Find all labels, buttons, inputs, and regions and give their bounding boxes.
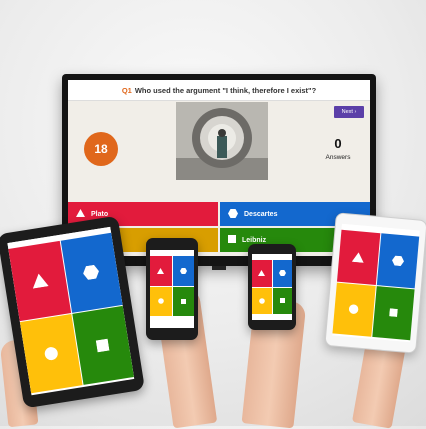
triangle-icon [76,209,85,219]
triangle-icon [352,252,364,263]
timer-badge: 18 [84,132,118,166]
answers-count: 0 [334,136,342,151]
answers-label: Answers [325,154,351,161]
tablet-right [324,212,426,354]
phone-right-screen [252,254,292,320]
square-icon [279,298,285,304]
answer-label: Descartes [244,210,278,218]
answer-grid [150,256,194,316]
hexagon-icon [179,267,187,274]
phone-right [248,244,296,330]
answer-tile-blue[interactable] [272,260,292,287]
answer-tile-green[interactable] [272,287,292,314]
answer-tile-yellow[interactable] [332,282,376,337]
tablet-right-screen [332,223,420,343]
triangle-icon [258,270,266,277]
circle-icon [258,297,265,304]
hexagon-icon [391,255,404,266]
hexagon-icon [278,270,286,277]
hexagon-icon [83,265,100,281]
triangle-icon [157,267,165,274]
answer-tile-blue[interactable] [172,256,194,286]
triangle-icon [32,273,49,289]
tv-logo-strip [212,266,226,270]
question-bar: Q1 Who used the argument "I think, there… [68,80,370,101]
phone-center-screen [150,250,194,328]
answer-tile-yellow[interactable] [150,286,172,316]
answer-tile-green[interactable] [71,305,134,386]
question-text: Who used the argument "I think, therefor… [134,85,317,95]
square-icon [228,235,236,245]
question-number: Q1 [121,85,132,95]
next-button[interactable]: Next › [334,106,364,118]
answer-tile-red[interactable] [252,260,272,287]
phone-center [146,238,198,340]
circle-icon [44,346,58,360]
hexagon-icon [228,208,238,220]
answer-grid [252,260,292,314]
square-icon [388,308,398,318]
answer-tile-yellow[interactable] [252,287,272,314]
answer-tile-red[interactable] [150,256,172,286]
tablet-left-screen [7,226,135,396]
circle-icon [349,304,359,315]
square-icon [95,338,110,353]
question-image [176,102,268,180]
answer-grid [8,232,134,394]
circle-icon [157,298,164,305]
answer-tile-green[interactable] [371,285,415,341]
answer-tile-green[interactable] [172,286,194,316]
answer-grid [332,229,420,341]
answer-label: Leibniz [242,236,267,244]
answer-tile-blue[interactable] [60,232,123,313]
answer-tile-red[interactable] [337,229,380,285]
answer-tile-blue[interactable] [376,233,420,288]
square-icon [180,298,186,304]
